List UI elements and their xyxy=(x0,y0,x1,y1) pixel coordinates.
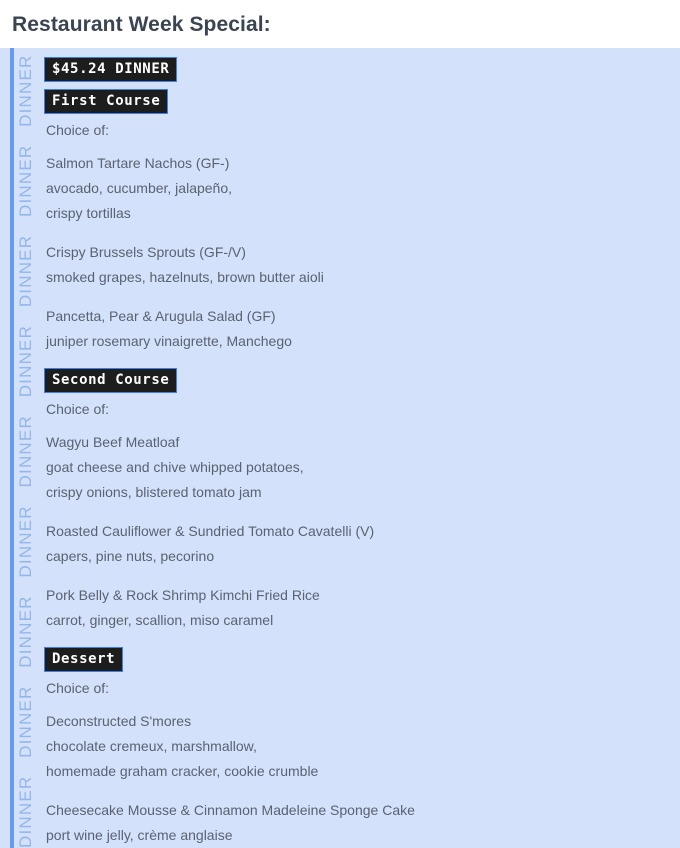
dish-item: Deconstructed S'mores chocolate cremeux, … xyxy=(46,709,680,784)
dish-item: Salmon Tartare Nachos (GF-) avocado, cucu… xyxy=(46,151,680,226)
menu-content: $45.24 DINNER First Course Choice of: Salm… xyxy=(44,48,680,848)
dish-description: capers, pine nuts, pecorino xyxy=(46,548,215,564)
dish-description: smoked grapes, hazelnuts, brown butter a… xyxy=(46,269,324,285)
dish-description: homemade graham cracker, cookie crumble xyxy=(46,763,319,779)
course-block: Dessert Choice of: Deconstructed S'mores ch… xyxy=(44,647,680,848)
dish-item: Wagyu Beef Meatloaf goat cheese and chive… xyxy=(46,430,680,505)
dish-name: Pancetta, Pear & Arugula Salad (GF) xyxy=(46,308,276,324)
dish-name: Deconstructed S'mores xyxy=(46,713,192,729)
dish-description: chocolate cremeux, marshmallow, xyxy=(46,738,257,754)
dish-item: Pancetta, Pear & Arugula Salad (GF) junip… xyxy=(46,304,680,354)
price-badge: $45.24 DINNER xyxy=(44,57,178,82)
dish-item: Crispy Brussels Sprouts (GF-/V) smoked gr… xyxy=(46,240,680,290)
course-heading-badge: Dessert xyxy=(44,647,124,672)
dish-description: carrot, ginger, scallion, miso caramel xyxy=(46,612,274,628)
dish-name: Crispy Brussels Sprouts (GF-/V) xyxy=(46,244,246,260)
dish-description: port wine jelly, crème anglaise xyxy=(46,827,233,843)
choice-of-label: Choice of: xyxy=(46,680,110,696)
dinner-watermark-rail: DINNER DINNER DINNER DINNER DINNER DINNE… xyxy=(14,48,38,848)
course-heading-badge: Second Course xyxy=(44,368,178,393)
dish-name: Pork Belly & Rock Shrimp Kimchi Fried Ri… xyxy=(46,587,320,603)
dish-item: Roasted Cauliflower & Sundried Tomato Ca… xyxy=(46,519,680,569)
dish-description: juniper rosemary vinaigrette, Manchego xyxy=(46,333,292,349)
choice-of-label: Choice of: xyxy=(46,401,110,417)
dish-name: Wagyu Beef Meatloaf xyxy=(46,434,180,450)
dish-description: goat cheese and chive whipped potatoes, xyxy=(46,459,304,475)
dish-name: Salmon Tartare Nachos (GF-) xyxy=(46,155,230,171)
page-title: Restaurant Week Special: xyxy=(12,13,271,36)
dish-name: Cheesecake Mousse & Cinnamon Madeleine S… xyxy=(46,802,415,818)
menu-panel: DINNER DINNER DINNER DINNER DINNER DINNE… xyxy=(0,48,680,848)
course-block: Second Course Choice of: Wagyu Beef Meatlo… xyxy=(44,368,680,633)
dish-description: crispy onions, blistered tomato jam xyxy=(46,484,262,500)
choice-of-label: Choice of: xyxy=(46,122,110,138)
dish-description: crispy tortillas xyxy=(46,205,131,221)
course-block: First Course Choice of: Salmon Tartare Nac… xyxy=(44,89,680,354)
dish-description: avocado, cucumber, jalapeño, xyxy=(46,180,233,196)
dish-item: Pork Belly & Rock Shrimp Kimchi Fried Ri… xyxy=(46,583,680,633)
course-heading-badge: First Course xyxy=(44,89,169,114)
courses-container: First Course Choice of: Salmon Tartare Nac… xyxy=(44,89,680,848)
dinner-watermark-text: DINNER DINNER DINNER DINNER DINNER DINNE… xyxy=(16,48,35,848)
dish-name: Roasted Cauliflower & Sundried Tomato Ca… xyxy=(46,523,375,539)
dish-item: Cheesecake Mousse & Cinnamon Madeleine S… xyxy=(46,798,680,848)
